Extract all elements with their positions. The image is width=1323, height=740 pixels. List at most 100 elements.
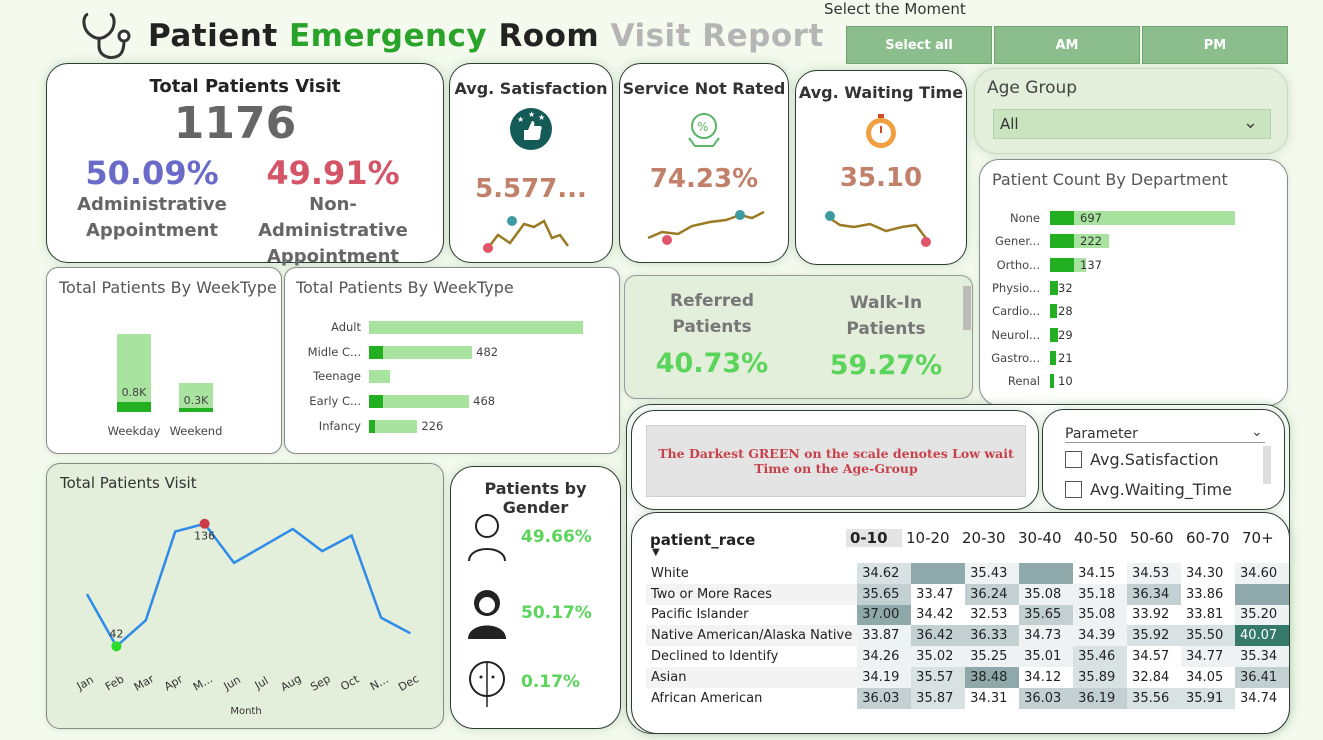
walkin-label: Walk-In <box>849 293 923 313</box>
weektype-title: Total Patients By WeekType <box>59 278 277 297</box>
option-waiting[interactable]: Avg.Waiting_Time <box>1065 480 1232 499</box>
heatmap-cell: 34.05 <box>1181 666 1235 688</box>
department-bar-row[interactable]: Gastro... 21 <box>980 350 1073 366</box>
age-group-dropdown[interactable]: All ⌄ <box>993 109 1271 139</box>
heatmap-cell: 34.12 <box>1019 666 1074 688</box>
department-bar-row[interactable]: Physio... 32 <box>980 280 1073 296</box>
race-label: White <box>651 565 689 581</box>
department-label: Neurol... <box>991 327 1040 342</box>
heatmap-column-header[interactable]: 50-60 <box>1126 529 1182 547</box>
stopwatch-icon <box>866 114 896 148</box>
pm-button[interactable]: PM <box>1142 26 1288 64</box>
department-label: Cardio... <box>992 304 1040 319</box>
agegroup-bars: Adult Midle C... 482 Teenage Early C... 468 In… <box>285 318 621 448</box>
heatmap-cell: 35.01 <box>1019 646 1074 667</box>
department-bars: None 697 Gener... 222 Ortho... 137 Physio... 32… <box>980 210 1280 390</box>
race-label: Two or More Races <box>651 586 772 602</box>
gender-value: 50.17% <box>521 603 592 623</box>
table-row[interactable]: Pacific Islander 37.00 34.42 32.53 35.65 35.0… <box>646 604 1289 626</box>
heatmap-column-header[interactable]: 40-50 <box>1070 529 1126 547</box>
heatmap-cell: 35.02 <box>911 646 966 667</box>
total-visit-card: Total Patients Visit 1176 50.09% Adminis… <box>46 63 444 267</box>
table-row[interactable]: Asian 34.19 35.57 38.48 34.12 35.89 32.84 34.05… <box>646 666 1289 688</box>
heatmap-column-header[interactable]: 70+ <box>1238 529 1294 547</box>
heatmap-column-header[interactable]: 60-70 <box>1182 529 1238 547</box>
table-row[interactable]: Two or More Races 35.65 33.47 36.24 35.08 35.… <box>646 583 1289 605</box>
chevron-down-icon: ⌄ <box>1242 112 1258 133</box>
age-group-title: Age Group <box>987 78 1078 98</box>
weektype-bar[interactable] <box>117 334 151 412</box>
heatmap-cell: 36.03 <box>857 687 912 709</box>
table-row[interactable]: African American 36.03 35.87 34.31 36.03 36.1… <box>646 687 1289 709</box>
scrollbar[interactable] <box>963 286 971 330</box>
checkbox[interactable] <box>1065 481 1082 498</box>
weektype-value: 0.8K <box>121 386 147 399</box>
satisfaction-title: Avg. Satisfaction <box>454 79 608 98</box>
weektype-bar-highlight <box>179 408 213 412</box>
table-row[interactable]: White 34.62 35.43 34.15 34.53 34.30 34.60 <box>646 563 1289 584</box>
svg-text:%: % <box>697 120 708 134</box>
department-bar-row[interactable]: Renal 10 <box>980 373 1073 389</box>
heatmap-cell: 35.18 <box>1073 583 1128 605</box>
heatmap-cell: 36.42 <box>911 625 966 647</box>
heatmap-column-header[interactable]: 30-40 <box>1014 529 1070 547</box>
heatmap-column-header[interactable]: 20-30 <box>958 529 1014 547</box>
agegroup-bar[interactable] <box>369 345 473 359</box>
heatmap-cell: 33.81 <box>1181 604 1235 626</box>
agegroup-bar[interactable] <box>369 419 418 433</box>
heatmap-cell: 35.65 <box>1019 604 1074 626</box>
referred-label-2: Patients <box>672 317 752 337</box>
table-row[interactable]: Declined to Identify 34.26 35.02 35.25 35.01… <box>646 646 1289 667</box>
weektype-bars: 0.8K Weekday 0.3K Weekend <box>47 308 283 453</box>
heatmap-column-header[interactable]: 0-10 <box>846 529 902 547</box>
walkin-pct: 59.27% <box>829 350 943 381</box>
department-bar-row[interactable]: Ortho... 137 <box>980 257 1102 273</box>
note-card: The Darkest GREEN on the scale denotes L… <box>631 410 1039 510</box>
heatmap-cell: 34.74 <box>1234 687 1289 709</box>
scrollbar[interactable] <box>1263 446 1271 484</box>
svg-text:★: ★ <box>528 110 535 119</box>
age-group-slicer[interactable]: Age Group All ⌄ <box>974 68 1288 154</box>
agegroup-value: 482 <box>476 344 499 359</box>
heatmap-cell: 32.53 <box>965 604 1020 626</box>
page-header: Patient Emergency Room Visit Report <box>80 8 824 64</box>
select-all-button[interactable]: Select all <box>846 26 992 64</box>
option-label: Avg.Waiting_Time <box>1090 480 1232 499</box>
heatmap-column-header[interactable]: 10-20 <box>902 529 958 547</box>
heatmap-cell: 36.19 <box>1073 687 1128 709</box>
agegroup-bar[interactable] <box>369 321 583 334</box>
min-point[interactable] <box>111 641 122 652</box>
gender-row-male: 49.66% <box>465 511 592 563</box>
department-value: 28 <box>1058 304 1073 319</box>
total-visit-title: Total Patients Visit <box>149 76 341 97</box>
agegroup-bar[interactable] <box>369 370 391 384</box>
department-bar-row[interactable]: None 697 <box>980 210 1235 226</box>
heatmap-cell: 34.77 <box>1181 646 1235 667</box>
department-bar-row[interactable]: Neurol... 29 <box>980 327 1073 343</box>
table-row[interactable]: Native American/Alaska Native 33.87 36.42 3… <box>646 625 1289 647</box>
chevron-down-icon[interactable]: ⌄ <box>1251 424 1263 440</box>
department-bar-row[interactable]: Cardio... 28 <box>980 303 1073 319</box>
nonbinary-avatar-icon <box>469 661 505 707</box>
department-value: 137 <box>1080 257 1102 272</box>
heatmap-cell: 35.25 <box>965 646 1020 667</box>
department-label: Ortho... <box>996 257 1040 272</box>
department-bar-highlight <box>1050 374 1054 389</box>
department-bar-row[interactable]: Gener... 222 <box>980 233 1109 249</box>
satisfaction-sparkline <box>483 216 570 253</box>
agegroup-label: Teenage <box>313 369 361 384</box>
walkin-block: Walk-In Patients 59.27% <box>811 290 961 381</box>
agegroup-bar[interactable] <box>369 395 470 409</box>
heatmap-row-header[interactable]: patient_race <box>650 531 755 549</box>
checkbox[interactable] <box>1065 451 1082 468</box>
total-visit-value: 1176 <box>173 98 297 149</box>
referred-block: Referred Patients 40.73% <box>637 288 787 379</box>
department-title: Patient Count By Department <box>992 170 1228 189</box>
department-value: 21 <box>1058 350 1073 365</box>
option-satisfaction[interactable]: Avg.Satisfaction <box>1065 450 1219 469</box>
agegroup-value: 226 <box>421 418 444 433</box>
sort-down-icon[interactable]: ▼ <box>652 547 660 558</box>
am-button[interactable]: AM <box>994 26 1140 64</box>
department-value: 10 <box>1058 374 1073 389</box>
max-point[interactable] <box>199 518 210 529</box>
